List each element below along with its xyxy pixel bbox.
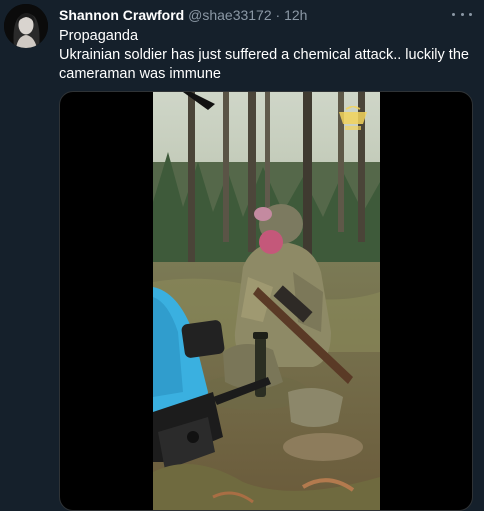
tweet-text: Propaganda Ukrainian soldier has just su…: [59, 27, 473, 84]
tweet-text-line: Ukrainian soldier has just suffered a ch…: [59, 47, 469, 63]
separator-dot: ·: [275, 7, 281, 23]
author-handle[interactable]: @shae33172: [188, 7, 272, 23]
tweet-text-line: cameraman was immune: [59, 66, 221, 82]
avatar-image: [4, 4, 48, 48]
tweet: Shannon Crawford @shae33172 · 12h Propag…: [0, 0, 484, 511]
tweet-media[interactable]: [59, 91, 473, 511]
channel-logo-icon: [339, 106, 367, 130]
author-name[interactable]: Shannon Crawford: [59, 7, 184, 23]
video-player[interactable]: [153, 92, 380, 510]
tweet-header: Shannon Crawford @shae33172 · 12h: [59, 6, 307, 24]
video-frame: [153, 92, 380, 510]
tweet-text-line: Propaganda: [59, 28, 139, 44]
tweet-timestamp[interactable]: 12h: [284, 7, 307, 23]
avatar[interactable]: [4, 4, 48, 48]
more-options-icon[interactable]: [452, 4, 472, 24]
